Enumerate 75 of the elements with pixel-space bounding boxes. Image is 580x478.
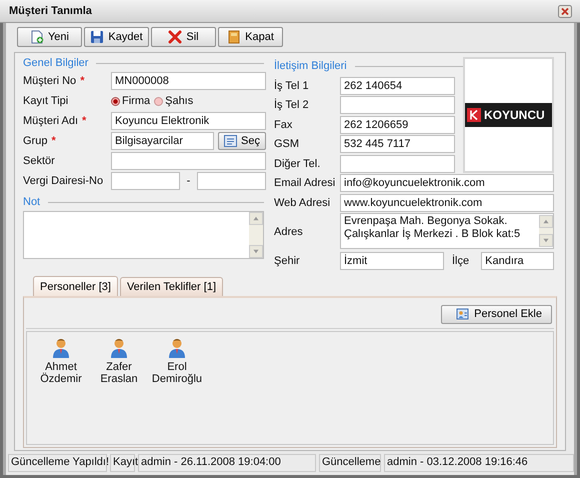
radio-option[interactable]: Şahıs <box>154 95 194 107</box>
status-text: Güncelleme <box>319 454 381 472</box>
field-label: Müşteri Adı <box>23 115 78 127</box>
field-label: Kayıt Tipi <box>23 95 68 107</box>
text-field[interactable]: Bilgisayarcilar <box>111 132 214 150</box>
logo-icon <box>467 108 481 122</box>
field-label: Vergi Dairesi-No <box>23 175 104 187</box>
text-field[interactable] <box>111 172 180 190</box>
scroll-down-icon[interactable] <box>249 245 263 258</box>
text-field[interactable]: MN000008 <box>111 72 266 90</box>
text-field[interactable]: Kandıra <box>481 252 554 270</box>
field-label: Grup <box>23 135 48 147</box>
status-text: Güncelleme Yapıldı! <box>8 454 107 472</box>
person-name[interactable]: Zafer Eraslan <box>93 361 145 385</box>
scroll-down-icon[interactable] <box>539 234 553 247</box>
toolbar-button[interactable]: Yeni <box>17 27 82 47</box>
field-label: İş Tel 1 <box>274 80 309 92</box>
text-field[interactable]: Koyuncu Elektronik <box>111 112 266 130</box>
field-label: Sektör <box>23 155 55 167</box>
scrollbar[interactable] <box>539 215 553 247</box>
toolbar-button[interactable]: Sil <box>151 27 216 47</box>
field-label: GSM <box>274 138 300 150</box>
note-field[interactable] <box>23 211 264 259</box>
radio-option[interactable]: Firma <box>111 95 150 107</box>
text-field[interactable]: 262 1206659 <box>340 116 455 134</box>
person-icon[interactable] <box>168 338 186 358</box>
toolbar-button[interactable]: Kapat <box>218 27 283 47</box>
field-label: Fax <box>274 118 292 130</box>
text-field[interactable] <box>111 152 266 170</box>
status-text: admin - 03.12.2008 19:16:46 <box>384 454 574 472</box>
text-field[interactable]: 532 445 7117 <box>340 135 455 153</box>
new-document-icon <box>30 30 44 44</box>
required-mark: * <box>80 75 84 87</box>
field-label: İlçe <box>451 255 470 267</box>
text-field[interactable] <box>197 172 266 190</box>
text-field[interactable]: İzmit <box>340 252 444 270</box>
text-field[interactable] <box>340 96 455 114</box>
person-icon[interactable] <box>52 338 70 358</box>
delete-icon <box>168 30 182 44</box>
field-label: Email Adresi <box>274 177 336 189</box>
window-title: Müşteri Tanımla <box>9 5 92 17</box>
logo-text: KOYUNCU <box>484 108 545 122</box>
field-label: Adres <box>274 226 303 238</box>
required-mark: * <box>82 115 86 127</box>
field-label: İş Tel 2 <box>274 99 309 111</box>
exit-icon <box>227 30 242 44</box>
field-label: Diğer Tel. <box>274 158 320 170</box>
person-card-icon <box>456 307 470 321</box>
tab[interactable]: Personeller [3] <box>33 276 118 296</box>
status-text: admin - 26.11.2008 19:04:00 <box>138 454 316 472</box>
text-field[interactable]: www.koyuncuelektronik.com <box>340 194 554 212</box>
field-label: Şehir <box>274 255 300 267</box>
add-personnel-button[interactable]: Personel Ekle <box>441 304 552 324</box>
section-title: Genel Bilgiler <box>23 57 88 69</box>
section-title: Not <box>23 196 40 208</box>
field-label: Web Adresi <box>274 196 330 208</box>
list-icon <box>224 135 238 147</box>
field-label: Müşteri No <box>23 75 76 87</box>
person-name[interactable]: Erol Demiroğlu <box>151 361 203 385</box>
text-field[interactable]: 262 140654 <box>340 76 455 94</box>
select-button[interactable]: Seç <box>218 132 266 150</box>
address-field[interactable]: Evrenpaşa Mah. Begonya Sokak. Çalışkanlar İş Merkezi . B Blok kat:5 <box>340 213 554 249</box>
person-icon[interactable] <box>110 338 128 358</box>
tab[interactable]: Verilen Teklifler [1] <box>120 277 224 296</box>
text-field[interactable] <box>340 154 455 172</box>
scroll-up-icon[interactable] <box>249 212 263 225</box>
close-icon[interactable] <box>558 4 572 18</box>
text-field[interactable]: info@koyuncuelektronik.com <box>340 174 554 192</box>
section-title: İletişim Bilgileri <box>274 60 347 72</box>
scroll-up-icon[interactable] <box>539 215 553 228</box>
person-name[interactable]: Ahmet Özdemir <box>35 361 87 385</box>
toolbar-button[interactable]: Kaydet <box>84 27 149 47</box>
separator-dash: - <box>186 175 192 187</box>
scrollbar[interactable] <box>249 212 263 258</box>
required-mark: * <box>51 135 56 147</box>
